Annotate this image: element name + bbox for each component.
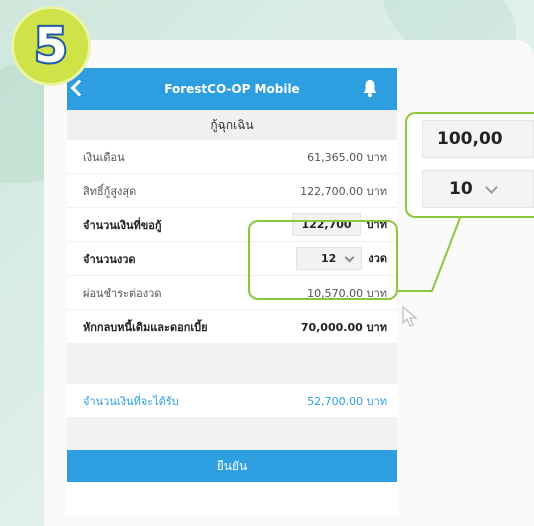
confirm-button[interactable]: ยืนยัน bbox=[67, 450, 397, 482]
monthly-payment-label: ผ่อนชำระต่องวด bbox=[83, 286, 162, 300]
loan-amount-label: จำนวนเงินที่ขอกู้ bbox=[83, 218, 162, 232]
mobile-screen: ForestCO-OP Mobile กู้ฉุกเฉิน เงินเดือน … bbox=[67, 68, 397, 515]
chevron-down-icon bbox=[344, 252, 355, 262]
cursor-icon bbox=[402, 306, 418, 327]
zoom-installments-row: 10 bbox=[407, 164, 534, 214]
zoom-amount-input: 100,00 bbox=[422, 120, 534, 158]
bottom-gap bbox=[67, 482, 397, 506]
salary-label: เงินเดือน bbox=[83, 150, 125, 164]
receive-label: จำนวนเงินที่จะได้รับ bbox=[83, 394, 179, 408]
max-loan-value: 122,700.00 บาท bbox=[300, 184, 387, 198]
loan-amount-unit: บาท bbox=[366, 218, 387, 231]
installments-row: จำนวนงวด 12 งวด bbox=[67, 242, 397, 276]
monthly-payment-row: ผ่อนชำระต่องวด 10,570.00 บาท bbox=[67, 276, 397, 310]
chevron-down-icon bbox=[484, 180, 498, 194]
salary-value: 61,365.00 บาท bbox=[307, 150, 387, 164]
back-arrow-icon[interactable] bbox=[70, 79, 88, 97]
installments-unit: งวด bbox=[368, 252, 387, 265]
step-number-badge: 5 bbox=[11, 6, 91, 86]
salary-row: เงินเดือน 61,365.00 บาท bbox=[67, 140, 397, 174]
section-spacer bbox=[67, 418, 397, 450]
installments-select[interactable]: 12 bbox=[296, 247, 363, 270]
installments-value: 12 bbox=[320, 252, 337, 265]
step-number: 5 bbox=[32, 18, 69, 74]
max-loan-row: สิทธิ์กู้สูงสุด 122,700.00 บาท bbox=[67, 174, 397, 208]
app-title: ForestCO-OP Mobile bbox=[164, 82, 300, 96]
zoom-installments-value: 10 bbox=[449, 179, 473, 199]
section-spacer bbox=[67, 344, 397, 384]
zoom-amount-row: 100,00 bbox=[407, 114, 534, 164]
zoom-callout: 100,00 10 bbox=[405, 112, 534, 218]
receive-value: 52,700.00 บาท bbox=[307, 394, 387, 408]
loan-amount-input[interactable]: 122,700 bbox=[292, 213, 361, 236]
bell-icon[interactable] bbox=[363, 79, 377, 97]
receive-row: จำนวนเงินที่จะได้รับ 52,700.00 บาท bbox=[67, 384, 397, 418]
installments-label: จำนวนงวด bbox=[83, 252, 136, 266]
app-header: ForestCO-OP Mobile bbox=[67, 68, 397, 110]
deduction-value: 70,000.00 บาท bbox=[300, 320, 387, 334]
deduction-label: หักกลบหนี้เดิมและดอกเบี้ย bbox=[83, 320, 208, 334]
max-loan-label: สิทธิ์กู้สูงสุด bbox=[83, 184, 137, 198]
loan-amount-control: 122,700 บาท bbox=[292, 213, 387, 236]
deduction-row: หักกลบหนี้เดิมและดอกเบี้ย 70,000.00 บาท bbox=[67, 310, 397, 344]
zoom-installments-select: 10 bbox=[422, 170, 534, 208]
installments-control: 12 งวด bbox=[296, 247, 387, 270]
monthly-payment-value: 10,570.00 บาท bbox=[307, 286, 387, 300]
page-title: กู้ฉุกเฉิน bbox=[67, 110, 397, 140]
loan-amount-row: จำนวนเงินที่ขอกู้ 122,700 บาท bbox=[67, 208, 397, 242]
